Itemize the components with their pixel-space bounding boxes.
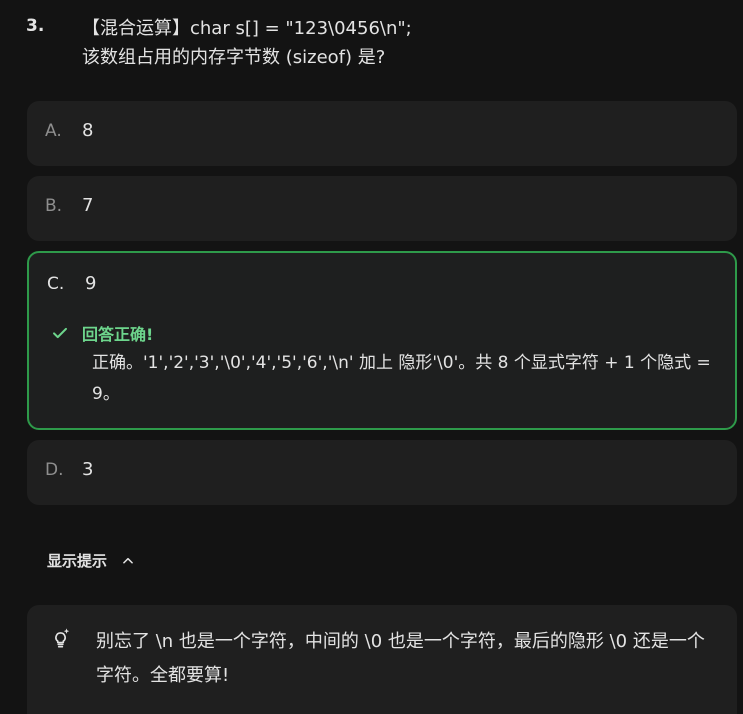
option-letter: D. — [45, 460, 64, 480]
feedback-explanation: 正确。'1','2','3','\0','4','5','6','\n' 加上 … — [92, 353, 711, 404]
option-letter: A. — [45, 121, 62, 141]
option-text: 7 — [82, 195, 94, 216]
option-b[interactable]: B. 7 — [27, 176, 737, 241]
show-hint-toggle[interactable]: 显示提示 — [47, 550, 135, 571]
option-text: 9 — [85, 273, 97, 294]
hint-panel: 别忘了 \n 也是一个字符，中间的 \0 也是一个字符，最后的隐形 \0 还是一… — [27, 605, 737, 714]
quiz-question-page: 3. 【混合运算】char s[] = "123\0456\n"; 该数组占用的… — [0, 0, 743, 714]
lightbulb-sparkle-icon — [55, 628, 70, 648]
option-a[interactable]: A. 8 — [27, 101, 737, 166]
check-icon — [53, 327, 67, 339]
question-number: 3. — [26, 16, 45, 36]
option-letter: C. — [47, 274, 65, 294]
feedback-title: 回答正确! — [82, 325, 154, 344]
option-letter: B. — [45, 196, 63, 216]
question-line-1: 【混合运算】char s[] = "123\0456\n"; — [82, 18, 412, 39]
option-d[interactable]: D. 3 — [27, 440, 737, 505]
option-text: 3 — [82, 459, 94, 480]
option-text: 8 — [82, 120, 94, 141]
chevron-up-icon — [123, 557, 133, 564]
feedback-header: 回答正确! — [51, 321, 153, 345]
question-line-2: 该数组占用的内存字节数 (sizeof) 是? — [82, 47, 386, 68]
hint-text: 别忘了 \n 也是一个字符，中间的 \0 也是一个字符，最后的隐形 \0 还是一… — [96, 631, 705, 686]
hint-toggle-label: 显示提示 — [47, 552, 108, 570]
option-c-correct[interactable]: C. 9 回答正确! 正确。'1','2','3','\0','4','5','… — [27, 251, 737, 430]
question-text: 【混合运算】char s[] = "123\0456\n"; 该数组占用的内存字… — [82, 14, 412, 72]
